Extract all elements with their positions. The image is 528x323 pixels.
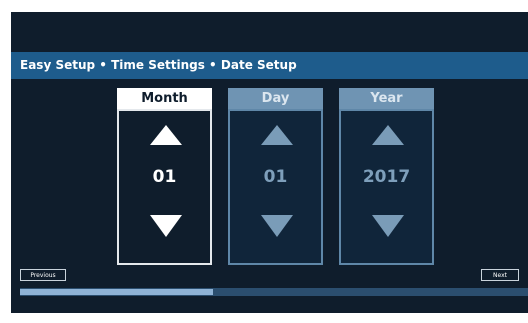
day-decrement-icon[interactable] bbox=[261, 215, 293, 237]
progress-bar bbox=[20, 288, 528, 296]
progress-bar-fill bbox=[20, 289, 213, 295]
month-decrement-icon[interactable] bbox=[150, 215, 182, 237]
year-spinner-body: 2017 bbox=[339, 109, 434, 265]
day-label: Day bbox=[228, 88, 323, 109]
page-title: Easy Setup • Time Settings • Date Setup bbox=[11, 52, 528, 79]
day-spinner-body: 01 bbox=[228, 109, 323, 265]
month-spinner-body: 01 bbox=[117, 109, 212, 265]
year-spinner: Year 2017 bbox=[339, 88, 434, 265]
previous-button[interactable]: Previous bbox=[20, 269, 66, 281]
day-spinner: Day 01 bbox=[228, 88, 323, 265]
day-value: 01 bbox=[263, 167, 288, 187]
month-label: Month bbox=[117, 88, 212, 109]
day-increment-icon[interactable] bbox=[261, 125, 293, 145]
year-value: 2017 bbox=[362, 167, 411, 187]
year-decrement-icon[interactable] bbox=[372, 215, 404, 237]
month-value: 01 bbox=[152, 167, 177, 187]
year-increment-icon[interactable] bbox=[372, 125, 404, 145]
next-button[interactable]: Next bbox=[481, 269, 519, 281]
year-label: Year bbox=[339, 88, 434, 109]
month-spinner: Month 01 bbox=[117, 88, 212, 265]
month-increment-icon[interactable] bbox=[150, 125, 182, 145]
date-setup-screen: Easy Setup • Time Settings • Date Setup … bbox=[11, 12, 528, 313]
